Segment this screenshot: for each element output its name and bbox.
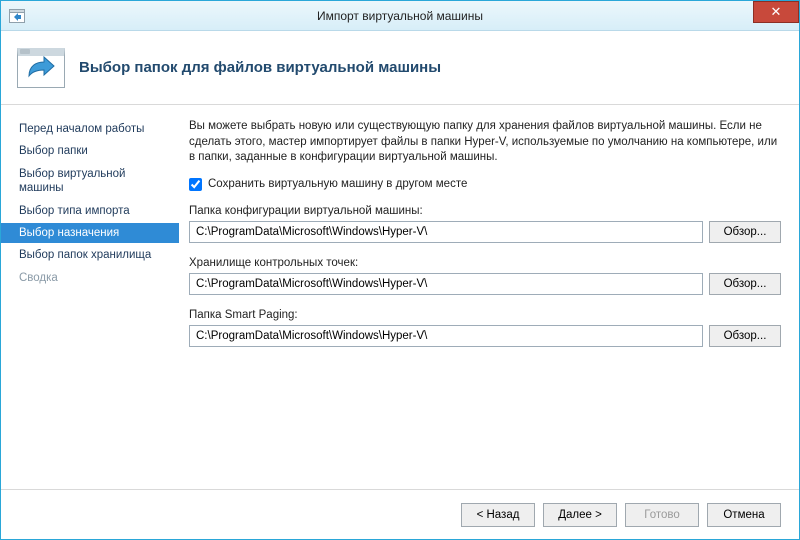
next-button[interactable]: Далее >	[543, 503, 617, 527]
step-before-start[interactable]: Перед началом работы	[1, 119, 179, 139]
wizard-header: Выбор папок для файлов виртуальной машин…	[1, 31, 799, 105]
wizard-main: Вы можете выбрать новую или существующую…	[179, 105, 799, 489]
close-icon: ✕	[771, 4, 782, 20]
checkpoints-folder-label: Хранилище контрольных точек:	[189, 257, 781, 269]
checkpoints-folder-input[interactable]	[189, 273, 703, 295]
cancel-button[interactable]: Отмена	[707, 503, 781, 527]
finish-button: Готово	[625, 503, 699, 527]
store-elsewhere-label[interactable]: Сохранить виртуальную машину в другом ме…	[208, 178, 467, 190]
page-title: Выбор папок для файлов виртуальной машин…	[79, 59, 441, 76]
step-select-vm[interactable]: Выбор виртуальной машины	[1, 164, 179, 199]
window-icon	[5, 4, 29, 28]
share-arrow-icon	[26, 56, 56, 80]
back-button[interactable]: < Назад	[461, 503, 535, 527]
step-storage-folders[interactable]: Выбор папок хранилища	[1, 245, 179, 265]
config-folder-input[interactable]	[189, 221, 703, 243]
checkpoints-folder-row: Обзор...	[189, 273, 781, 295]
smart-paging-folder-label: Папка Smart Paging:	[189, 309, 781, 321]
step-destination[interactable]: Выбор назначения	[1, 223, 179, 243]
titlebar: Импорт виртуальной машины ✕	[1, 1, 799, 31]
step-summary: Сводка	[1, 268, 179, 288]
intro-text: Вы можете выбрать новую или существующую…	[189, 119, 781, 166]
wizard-footer: < Назад Далее > Готово Отмена	[1, 489, 799, 539]
smart-paging-folder-input[interactable]	[189, 325, 703, 347]
store-elsewhere-row: Сохранить виртуальную машину в другом ме…	[189, 178, 781, 191]
close-button[interactable]: ✕	[753, 1, 799, 23]
wizard-header-icon	[17, 48, 65, 88]
config-folder-row: Обзор...	[189, 221, 781, 243]
config-folder-browse-button[interactable]: Обзор...	[709, 221, 781, 243]
store-elsewhere-checkbox[interactable]	[189, 178, 202, 191]
config-folder-label: Папка конфигурации виртуальной машины:	[189, 205, 781, 217]
smart-paging-folder-browse-button[interactable]: Обзор...	[709, 325, 781, 347]
wizard-body: Перед началом работы Выбор папки Выбор в…	[1, 105, 799, 489]
checkpoints-folder-browse-button[interactable]: Обзор...	[709, 273, 781, 295]
window-title: Импорт виртуальной машины	[1, 9, 799, 23]
step-select-folder[interactable]: Выбор папки	[1, 141, 179, 161]
wizard-steps-sidebar: Перед началом работы Выбор папки Выбор в…	[1, 105, 179, 489]
step-import-type[interactable]: Выбор типа импорта	[1, 201, 179, 221]
smart-paging-folder-row: Обзор...	[189, 325, 781, 347]
